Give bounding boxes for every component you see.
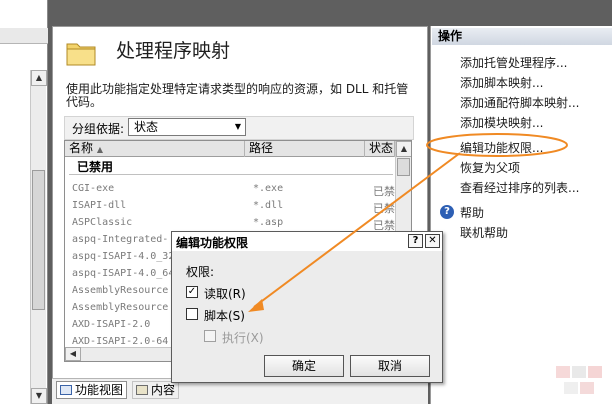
group-by-select[interactable]: 状态 ▼ [128, 118, 246, 136]
read-label: 读取(R) [204, 287, 246, 301]
execute-checkbox [204, 330, 216, 342]
tree-pane-header [0, 28, 48, 44]
column-header-path[interactable]: 路径 [245, 141, 365, 157]
read-checkbox[interactable]: ✓ [186, 286, 198, 298]
content-view-icon [136, 385, 148, 395]
table-row[interactable]: ISAPI-dll *.dll 已禁 [65, 198, 395, 215]
help-icon: ? [440, 205, 454, 219]
action-help[interactable]: 帮助 [460, 204, 484, 221]
features-view-icon [60, 385, 72, 395]
action-add-module-map[interactable]: 添加模块映射... [460, 114, 543, 131]
script-checkbox[interactable] [186, 308, 198, 320]
close-icon[interactable]: ✕ [425, 234, 440, 248]
scroll-down-icon[interactable]: ▼ [31, 388, 47, 404]
help-question-icon[interactable]: ? [408, 234, 423, 248]
list-header: 名称 ▲ 路径 状态 [65, 141, 395, 157]
action-revert-to-parent[interactable]: 恢复为父项 [460, 159, 520, 176]
scroll-up-icon[interactable]: ▲ [31, 70, 47, 86]
group-by-label: 分组依据: [72, 122, 125, 136]
actions-header: 操作 [432, 28, 612, 45]
table-row[interactable]: CGI-exe *.exe 已禁 [65, 181, 395, 198]
dialog-title: 编辑功能权限 [176, 236, 249, 250]
group-divider [69, 174, 393, 175]
cancel-button[interactable]: 取消 [350, 355, 430, 377]
action-view-ordered-list[interactable]: 查看经过排序的列表... [460, 179, 579, 196]
tree-scrollbar[interactable]: ▲ ▼ [30, 70, 47, 404]
column-header-name[interactable]: 名称 ▲ [65, 141, 245, 157]
table-row[interactable]: ASPClassic *.asp 已禁 [65, 215, 395, 232]
folder-icon [66, 43, 96, 66]
tree-scroll-thumb[interactable] [32, 170, 45, 310]
dialog-titlebar[interactable]: 编辑功能权限 ? ✕ [172, 232, 442, 251]
scroll-left-icon[interactable]: ◀ [65, 347, 81, 361]
column-header-status[interactable]: 状态 [365, 141, 395, 157]
tab-content-view[interactable]: 内容 [132, 381, 180, 399]
action-online-help[interactable]: 联机帮助 [460, 224, 508, 241]
action-add-managed-handler[interactable]: 添加托管处理程序... [460, 54, 567, 71]
action-edit-feature-permissions[interactable]: 编辑功能权限... [460, 139, 543, 156]
scroll-up-icon[interactable]: ▲ [396, 141, 411, 157]
script-label: 脚本(S) [204, 309, 245, 323]
checkmark-icon: ✓ [187, 286, 197, 297]
edit-permissions-dialog: 编辑功能权限 ? ✕ 权限: ✓ 读取(R) 脚本(S) 执行(X) 确定 取消 [171, 231, 443, 383]
action-add-script-map[interactable]: 添加脚本映射... [460, 74, 543, 91]
action-add-wildcard-script-map[interactable]: 添加通配符脚本映射... [460, 94, 579, 111]
tab-features-view[interactable]: 功能视图 [56, 381, 128, 399]
group-by-value: 状态 [134, 120, 159, 134]
chevron-down-icon[interactable]: ▼ [231, 119, 245, 135]
ok-button[interactable]: 确定 [264, 355, 344, 377]
page-title: 处理程序映射 [116, 40, 231, 62]
group-heading: 已禁用 [77, 160, 114, 174]
list-scroll-thumb[interactable] [397, 158, 410, 176]
page-description: 使用此功能指定处理特定请求类型的响应的资源，如 DLL 和托管代码。 [66, 82, 409, 109]
execute-label: 执行(X) [222, 331, 264, 345]
permissions-label: 权限: [186, 265, 215, 279]
